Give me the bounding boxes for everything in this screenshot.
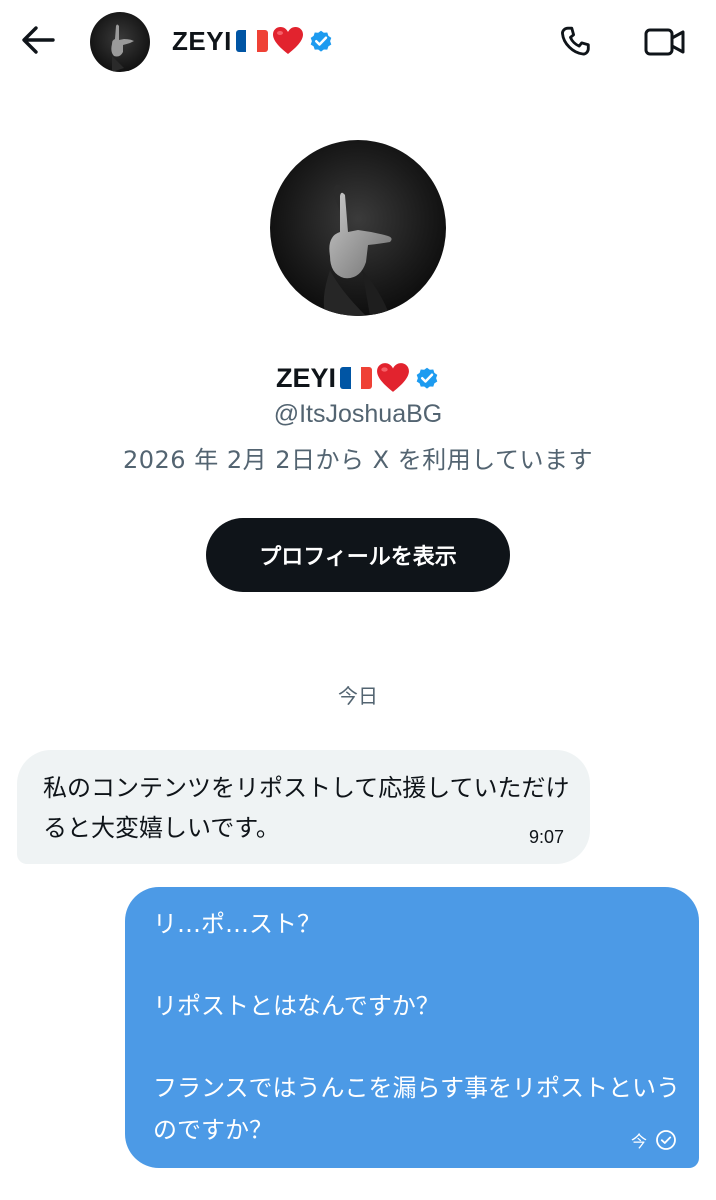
verified-badge-icon xyxy=(416,367,438,389)
red-heart-icon xyxy=(272,27,303,54)
phone-icon xyxy=(561,26,590,56)
french-flag-icon xyxy=(235,30,268,52)
message-paragraph: フランスではうんこを漏らす事をリポストというのですか？ xyxy=(153,1074,681,1144)
check-circle-icon xyxy=(656,1130,676,1150)
profile-handle: @ItsJoshuaBG xyxy=(273,400,443,428)
profile-display-name: ZEYI xyxy=(0,358,716,398)
received-message-bubble[interactable]: 私のコンテンツをリポストして応援していただけると大変嬉しいです。 9:07 xyxy=(17,750,590,864)
avatar-image xyxy=(90,12,150,72)
red-heart-icon xyxy=(377,363,409,392)
video-call-button[interactable] xyxy=(642,22,688,62)
profile-joined-date: 2026 年 2月 2日から X を利用しています xyxy=(123,446,593,474)
message-status: 今 xyxy=(631,1128,677,1152)
view-profile-button[interactable]: プロフィールを表示 xyxy=(206,518,510,592)
profile-avatar[interactable] xyxy=(270,140,446,316)
message-paragraph: リポストとはなんですか？ xyxy=(153,992,440,1020)
arrow-left-icon xyxy=(22,26,55,54)
profile-name-text: ZEYI xyxy=(275,362,336,393)
sent-message-bubble[interactable]: リ…ポ…スト？ リポストとはなんですか？ フランスではうんこを漏らす事をリポスト… xyxy=(125,887,699,1168)
video-camera-icon xyxy=(644,28,685,56)
profile-avatar-image xyxy=(270,140,446,316)
back-button[interactable] xyxy=(18,20,58,60)
header-name-text: ZEYI xyxy=(172,25,232,56)
avatar[interactable] xyxy=(90,12,150,72)
message-text: リ…ポ…スト？ リポストとはなんですか？ フランスではうんこを漏らす事をリポスト… xyxy=(153,903,683,1151)
message-paragraph: リ…ポ…スト？ xyxy=(153,910,321,938)
verified-badge-icon xyxy=(310,30,332,52)
voice-call-button[interactable] xyxy=(556,22,596,62)
message-time: 今 xyxy=(630,1132,647,1151)
header-display-name[interactable]: ZEYI xyxy=(172,24,334,58)
french-flag-icon xyxy=(340,367,372,389)
date-separator: 今日 xyxy=(338,684,378,708)
chat-header: ZEYI xyxy=(0,0,716,86)
message-text: 私のコンテンツをリポストして応援していただけると大変嬉しいです。 xyxy=(43,774,570,842)
message-time: 9:07 xyxy=(528,827,564,847)
